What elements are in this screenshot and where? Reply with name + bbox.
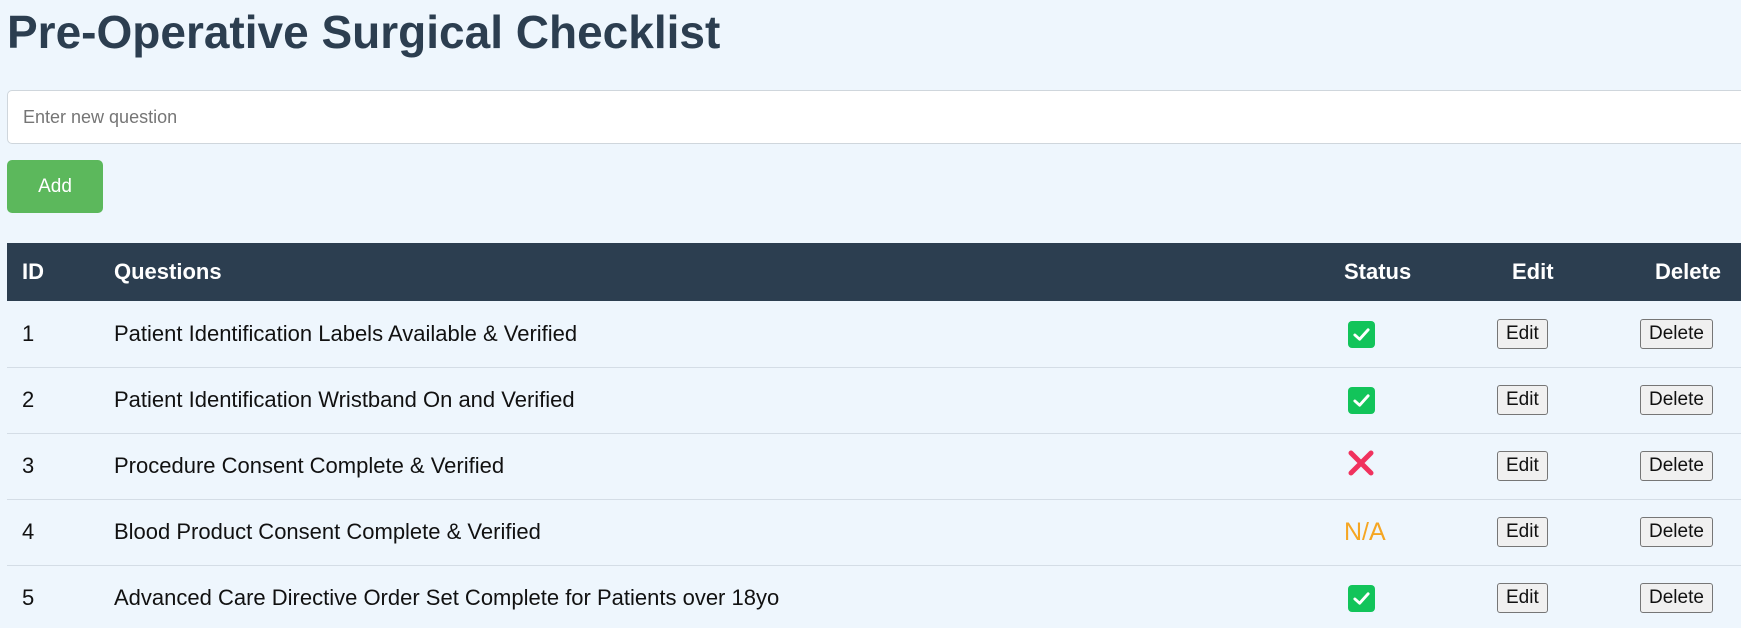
- delete-button[interactable]: Delete: [1640, 318, 1713, 349]
- row-status: [1329, 301, 1497, 368]
- edit-button[interactable]: Edit: [1497, 385, 1548, 415]
- edit-button[interactable]: Edit: [1497, 318, 1548, 349]
- edit-button[interactable]: Edit: [1497, 451, 1548, 481]
- row-delete-cell: Delete: [1640, 367, 1741, 434]
- column-header-questions: Questions: [114, 259, 222, 284]
- delete-button[interactable]: Delete: [1640, 583, 1713, 613]
- row-delete-cell: Delete: [1640, 565, 1741, 628]
- table-row: 1 Patient Identification Labels Availabl…: [7, 301, 1741, 368]
- row-question: Blood Product Consent Complete & Verifie…: [99, 499, 1329, 566]
- new-question-input[interactable]: [7, 90, 1741, 144]
- edit-button[interactable]: Edit: [1497, 517, 1548, 547]
- row-id: 3: [7, 433, 99, 500]
- row-question: Advanced Care Directive Order Set Comple…: [99, 565, 1329, 628]
- row-question: Procedure Consent Complete & Verified: [99, 433, 1329, 500]
- row-delete-cell: Delete: [1640, 301, 1741, 368]
- column-header-delete: Delete: [1655, 259, 1722, 284]
- table-row: 4 Blood Product Consent Complete & Verif…: [7, 499, 1741, 566]
- table-header-row: ID Questions Status Edit Delete: [7, 243, 1741, 301]
- edit-button[interactable]: Edit: [1497, 583, 1548, 613]
- row-delete-cell: Delete: [1640, 433, 1741, 500]
- row-edit-cell: Edit: [1497, 565, 1640, 628]
- page-title: Pre-Operative Surgical Checklist: [7, 6, 721, 58]
- table-body: 1 Patient Identification Labels Availabl…: [7, 301, 1741, 628]
- row-edit-cell: Edit: [1497, 433, 1640, 500]
- column-header-edit: Edit: [1512, 259, 1554, 284]
- check-mark-icon: [1348, 584, 1375, 612]
- row-id: 4: [7, 499, 99, 566]
- row-id: 5: [7, 565, 99, 628]
- table-row: 2 Patient Identification Wristband On an…: [7, 367, 1741, 434]
- row-id: 1: [7, 301, 99, 368]
- table-row: 5 Advanced Care Directive Order Set Comp…: [7, 565, 1741, 628]
- row-question: Patient Identification Wristband On and …: [99, 367, 1329, 434]
- check-mark-icon: [1348, 386, 1375, 414]
- checklist-table: ID Questions Status Edit Delete 1 Patien…: [7, 243, 1741, 628]
- row-question: Patient Identification Labels Available …: [99, 301, 1329, 368]
- row-id: 2: [7, 367, 99, 434]
- add-button[interactable]: Add: [7, 160, 103, 213]
- row-status: [1329, 433, 1497, 500]
- row-status: [1329, 565, 1497, 628]
- row-edit-cell: Edit: [1497, 367, 1640, 434]
- status-na-text: N/A: [1344, 517, 1386, 546]
- column-header-status: Status: [1344, 259, 1412, 284]
- table-header: ID Questions Status Edit Delete: [7, 243, 1741, 301]
- row-status: [1329, 367, 1497, 434]
- check-mark-icon: [1348, 320, 1375, 348]
- column-header-id: ID: [22, 259, 44, 284]
- delete-button[interactable]: Delete: [1640, 451, 1713, 481]
- row-edit-cell: Edit: [1497, 301, 1640, 368]
- delete-button[interactable]: Delete: [1640, 517, 1713, 547]
- row-delete-cell: Delete: [1640, 499, 1741, 566]
- row-edit-cell: Edit: [1497, 499, 1640, 566]
- table-row: 3 Procedure Consent Complete & Verified …: [7, 433, 1741, 500]
- delete-button[interactable]: Delete: [1640, 385, 1713, 415]
- row-status: N/A: [1329, 499, 1497, 566]
- page: Pre-Operative Surgical Checklist Add ID …: [0, 0, 1741, 628]
- cross-mark-icon: [1346, 448, 1376, 484]
